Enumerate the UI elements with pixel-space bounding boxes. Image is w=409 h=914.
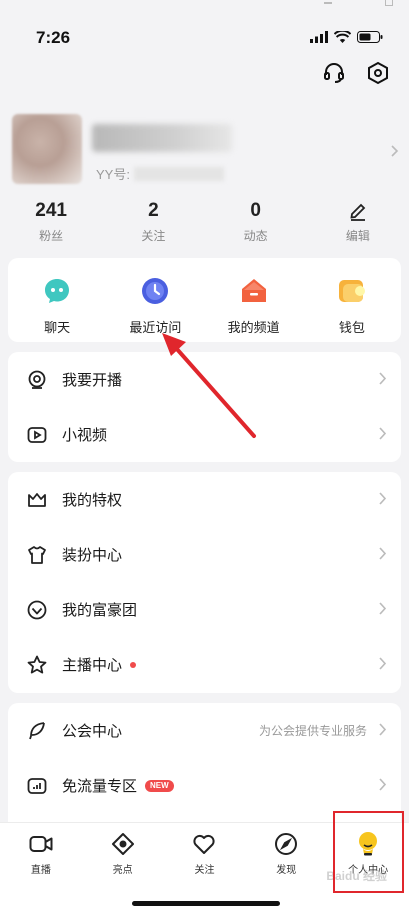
- status-bar: 7:26: [0, 28, 409, 52]
- tab-live[interactable]: 直播: [0, 823, 82, 887]
- eye-icon: [110, 831, 136, 857]
- quick-label: 最近访问: [129, 320, 182, 335]
- chat-icon: [42, 276, 72, 306]
- menu-row-anchor-center[interactable]: 主播中心: [8, 637, 401, 692]
- menu-row-free-data-zone[interactable]: 免流量专区 NEW: [8, 758, 401, 813]
- status-time: 7:26: [36, 28, 71, 47]
- menu-label: 我要开播: [62, 372, 123, 389]
- stats-bar: 241 粉丝 2 关注 0 动态 编辑: [0, 200, 409, 244]
- menu-subtitle: 为公会提供专业服务: [258, 724, 367, 738]
- broadcast-icon: [26, 369, 48, 391]
- quick-wallet[interactable]: 钱包: [303, 258, 401, 342]
- wifi-icon: [334, 31, 351, 43]
- menu-label: 小视频: [62, 427, 108, 444]
- quick-label: 我的频道: [227, 320, 280, 335]
- data-icon: [26, 775, 48, 797]
- chevron-right-icon: [379, 372, 387, 390]
- menu-label: 公会中心: [62, 723, 123, 740]
- star-icon: [26, 654, 48, 676]
- chevron-right-icon: [379, 427, 387, 445]
- yy-value-blurred: [133, 166, 224, 181]
- quick-actions-card: 聊天 最近访问 我的频道 钱包: [8, 258, 401, 342]
- stat-label: 粉丝: [39, 229, 64, 243]
- menu-group-live: 我要开播 小视频: [8, 352, 401, 462]
- home-indicator: [132, 901, 280, 906]
- stat-value: 0: [250, 200, 261, 221]
- menu-row-privileges[interactable]: 我的特权: [8, 472, 401, 527]
- tab-discover[interactable]: 发现: [245, 823, 327, 887]
- feather-icon: [26, 720, 48, 742]
- quick-label: 聊天: [44, 320, 71, 335]
- edit-icon: [307, 200, 409, 222]
- quick-my-channel[interactable]: 我的频道: [205, 258, 303, 342]
- chevron-right-icon: [379, 778, 387, 796]
- quick-recent-visits[interactable]: 最近访问: [106, 258, 204, 342]
- menu-group-features: 我的特权 装扮中心 我的富豪团 主播中心: [8, 472, 401, 693]
- notification-dot: [130, 661, 137, 668]
- new-badge: NEW: [145, 779, 174, 792]
- avatar[interactable]: [12, 114, 82, 184]
- stat-fans[interactable]: 241 粉丝: [0, 200, 102, 244]
- menu-label: 免流量专区: [62, 778, 138, 795]
- settings-hexagon-icon[interactable]: [365, 60, 391, 86]
- menu-row-rich-club[interactable]: 我的富豪团: [8, 582, 401, 637]
- quick-chat[interactable]: 聊天: [8, 258, 106, 342]
- menu-label: 我的富豪团: [62, 602, 138, 619]
- stat-edit[interactable]: 编辑: [307, 200, 409, 244]
- crown-icon: [26, 489, 48, 511]
- username-blurred: [92, 124, 232, 152]
- annotation-highlight-box: [333, 811, 404, 893]
- yy-label: YY号:: [96, 167, 130, 182]
- quick-label: 钱包: [338, 320, 365, 335]
- tab-label: 关注: [194, 865, 215, 876]
- minimize-icon: [324, 2, 332, 4]
- stat-value: 2: [148, 200, 159, 221]
- tab-following[interactable]: 关注: [164, 823, 246, 887]
- wallet-icon: [337, 276, 367, 306]
- menu-row-start-live[interactable]: 我要开播: [8, 352, 401, 407]
- stat-posts[interactable]: 0 动态: [205, 200, 307, 244]
- chevron-right-icon: [379, 547, 387, 565]
- customer-service-icon[interactable]: [321, 60, 347, 86]
- tab-label: 亮点: [112, 865, 133, 876]
- stat-value: 241: [35, 200, 67, 221]
- stat-label: 动态: [243, 229, 268, 243]
- compass-icon: [273, 831, 299, 857]
- menu-label: 装扮中心: [62, 547, 123, 564]
- window-frame: [0, 0, 409, 14]
- tab-highlights[interactable]: 亮点: [82, 823, 164, 887]
- menu-row-guild-center[interactable]: 公会中心 为公会提供专业服务: [8, 703, 401, 758]
- profile-header[interactable]: YY号:: [12, 114, 399, 186]
- camera-icon: [28, 831, 54, 857]
- stat-following[interactable]: 2 关注: [102, 200, 204, 244]
- chevron-right-icon: [391, 144, 399, 162]
- tab-label: 发现: [276, 865, 297, 876]
- menu-label: 我的特权: [62, 492, 123, 509]
- battery-icon: [357, 31, 383, 43]
- diamond-icon: [26, 599, 48, 621]
- menu-row-short-video[interactable]: 小视频: [8, 407, 401, 462]
- chevron-right-icon: [379, 723, 387, 741]
- menu-label: 主播中心: [62, 657, 123, 674]
- clock-icon: [140, 276, 170, 306]
- maximize-icon: [385, 0, 393, 6]
- stat-label: 关注: [141, 229, 166, 243]
- heart-icon: [191, 831, 217, 857]
- stat-label: 编辑: [345, 229, 370, 243]
- shirt-icon: [26, 544, 48, 566]
- home-icon: [239, 276, 269, 306]
- yy-number: YY号:: [96, 164, 224, 183]
- chevron-right-icon: [379, 602, 387, 620]
- video-play-icon: [26, 424, 48, 446]
- signal-icon: [310, 31, 328, 43]
- tab-label: 直播: [30, 865, 51, 876]
- chevron-right-icon: [379, 657, 387, 675]
- menu-row-dress-up[interactable]: 装扮中心: [8, 527, 401, 582]
- chevron-right-icon: [379, 492, 387, 510]
